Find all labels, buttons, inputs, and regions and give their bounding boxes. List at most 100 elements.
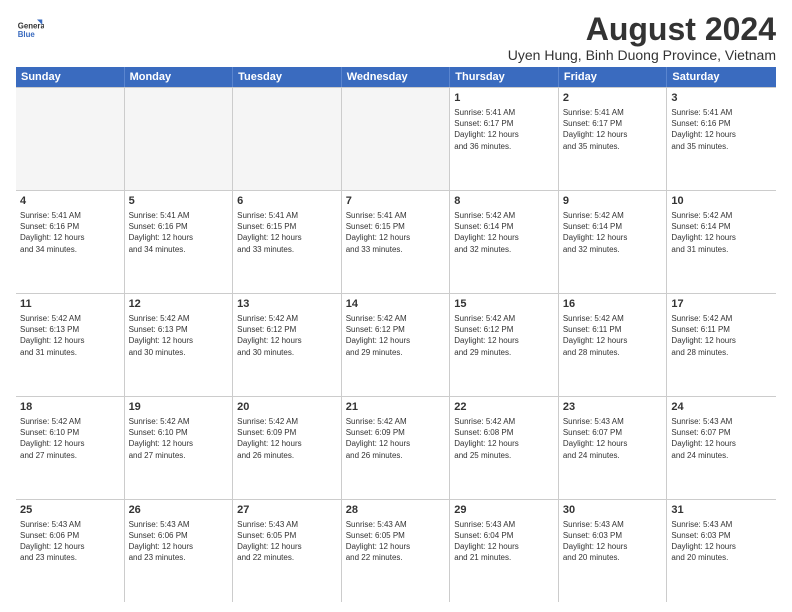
calendar-row: 1Sunrise: 5:41 AM Sunset: 6:17 PM Daylig… [16,88,776,191]
calendar: SundayMondayTuesdayWednesdayThursdayFrid… [16,67,776,602]
cell-text: Sunrise: 5:42 AM Sunset: 6:12 PM Dayligh… [454,313,554,358]
calendar-cell: 21Sunrise: 5:42 AM Sunset: 6:09 PM Dayli… [342,397,451,499]
day-number: 25 [20,503,120,518]
cell-text: Sunrise: 5:43 AM Sunset: 6:07 PM Dayligh… [563,416,663,461]
svg-text:Blue: Blue [18,30,36,39]
calendar-cell: 6Sunrise: 5:41 AM Sunset: 6:15 PM Daylig… [233,191,342,293]
calendar-cell: 10Sunrise: 5:42 AM Sunset: 6:14 PM Dayli… [667,191,776,293]
calendar-cell: 8Sunrise: 5:42 AM Sunset: 6:14 PM Daylig… [450,191,559,293]
cell-text: Sunrise: 5:42 AM Sunset: 6:14 PM Dayligh… [671,210,772,255]
calendar-cell: 14Sunrise: 5:42 AM Sunset: 6:12 PM Dayli… [342,294,451,396]
day-number: 30 [563,503,663,518]
calendar-cell: 15Sunrise: 5:42 AM Sunset: 6:12 PM Dayli… [450,294,559,396]
day-number: 17 [671,297,772,312]
cell-text: Sunrise: 5:43 AM Sunset: 6:06 PM Dayligh… [129,519,229,564]
calendar-header-cell: Sunday [16,67,125,87]
day-number: 26 [129,503,229,518]
cell-text: Sunrise: 5:41 AM Sunset: 6:16 PM Dayligh… [20,210,120,255]
cell-text: Sunrise: 5:42 AM Sunset: 6:09 PM Dayligh… [237,416,337,461]
calendar-row: 18Sunrise: 5:42 AM Sunset: 6:10 PM Dayli… [16,397,776,500]
calendar-cell: 1Sunrise: 5:41 AM Sunset: 6:17 PM Daylig… [450,88,559,190]
day-number: 29 [454,503,554,518]
day-number: 27 [237,503,337,518]
day-number: 15 [454,297,554,312]
calendar-cell: 3Sunrise: 5:41 AM Sunset: 6:16 PM Daylig… [667,88,776,190]
cell-text: Sunrise: 5:42 AM Sunset: 6:08 PM Dayligh… [454,416,554,461]
day-number: 28 [346,503,446,518]
cell-text: Sunrise: 5:43 AM Sunset: 6:06 PM Dayligh… [20,519,120,564]
cell-text: Sunrise: 5:41 AM Sunset: 6:17 PM Dayligh… [563,107,663,152]
header: General Blue August 2024 Uyen Hung, Binh… [16,12,776,63]
calendar-row: 11Sunrise: 5:42 AM Sunset: 6:13 PM Dayli… [16,294,776,397]
calendar-cell: 5Sunrise: 5:41 AM Sunset: 6:16 PM Daylig… [125,191,234,293]
day-number: 9 [563,194,663,209]
page: General Blue August 2024 Uyen Hung, Binh… [0,0,792,612]
calendar-body: 1Sunrise: 5:41 AM Sunset: 6:17 PM Daylig… [16,87,776,602]
cell-text: Sunrise: 5:41 AM Sunset: 6:17 PM Dayligh… [454,107,554,152]
day-number: 5 [129,194,229,209]
calendar-cell: 26Sunrise: 5:43 AM Sunset: 6:06 PM Dayli… [125,500,234,602]
calendar-header: SundayMondayTuesdayWednesdayThursdayFrid… [16,67,776,87]
day-number: 10 [671,194,772,209]
cell-text: Sunrise: 5:41 AM Sunset: 6:15 PM Dayligh… [237,210,337,255]
cell-text: Sunrise: 5:43 AM Sunset: 6:05 PM Dayligh… [237,519,337,564]
cell-text: Sunrise: 5:43 AM Sunset: 6:03 PM Dayligh… [563,519,663,564]
day-number: 20 [237,400,337,415]
day-number: 31 [671,503,772,518]
cell-text: Sunrise: 5:42 AM Sunset: 6:12 PM Dayligh… [237,313,337,358]
cell-text: Sunrise: 5:42 AM Sunset: 6:11 PM Dayligh… [671,313,772,358]
calendar-header-cell: Friday [559,67,668,87]
calendar-cell: 4Sunrise: 5:41 AM Sunset: 6:16 PM Daylig… [16,191,125,293]
day-number: 21 [346,400,446,415]
day-number: 3 [671,91,772,106]
cell-text: Sunrise: 5:41 AM Sunset: 6:15 PM Dayligh… [346,210,446,255]
calendar-header-cell: Wednesday [342,67,451,87]
calendar-cell [125,88,234,190]
cell-text: Sunrise: 5:42 AM Sunset: 6:13 PM Dayligh… [20,313,120,358]
day-number: 6 [237,194,337,209]
day-number: 11 [20,297,120,312]
day-number: 24 [671,400,772,415]
calendar-header-cell: Monday [125,67,234,87]
day-number: 2 [563,91,663,106]
calendar-cell: 27Sunrise: 5:43 AM Sunset: 6:05 PM Dayli… [233,500,342,602]
cell-text: Sunrise: 5:41 AM Sunset: 6:16 PM Dayligh… [671,107,772,152]
cell-text: Sunrise: 5:42 AM Sunset: 6:14 PM Dayligh… [454,210,554,255]
calendar-cell: 11Sunrise: 5:42 AM Sunset: 6:13 PM Dayli… [16,294,125,396]
day-number: 14 [346,297,446,312]
calendar-header-cell: Tuesday [233,67,342,87]
cell-text: Sunrise: 5:43 AM Sunset: 6:04 PM Dayligh… [454,519,554,564]
calendar-cell: 24Sunrise: 5:43 AM Sunset: 6:07 PM Dayli… [667,397,776,499]
calendar-row: 4Sunrise: 5:41 AM Sunset: 6:16 PM Daylig… [16,191,776,294]
calendar-cell: 18Sunrise: 5:42 AM Sunset: 6:10 PM Dayli… [16,397,125,499]
cell-text: Sunrise: 5:42 AM Sunset: 6:09 PM Dayligh… [346,416,446,461]
calendar-cell [233,88,342,190]
calendar-cell: 29Sunrise: 5:43 AM Sunset: 6:04 PM Dayli… [450,500,559,602]
calendar-cell: 23Sunrise: 5:43 AM Sunset: 6:07 PM Dayli… [559,397,668,499]
calendar-header-cell: Thursday [450,67,559,87]
logo: General Blue [16,16,44,44]
cell-text: Sunrise: 5:43 AM Sunset: 6:05 PM Dayligh… [346,519,446,564]
cell-text: Sunrise: 5:42 AM Sunset: 6:10 PM Dayligh… [20,416,120,461]
calendar-cell: 16Sunrise: 5:42 AM Sunset: 6:11 PM Dayli… [559,294,668,396]
day-number: 4 [20,194,120,209]
day-number: 7 [346,194,446,209]
calendar-cell: 19Sunrise: 5:42 AM Sunset: 6:10 PM Dayli… [125,397,234,499]
day-number: 19 [129,400,229,415]
cell-text: Sunrise: 5:43 AM Sunset: 6:07 PM Dayligh… [671,416,772,461]
calendar-row: 25Sunrise: 5:43 AM Sunset: 6:06 PM Dayli… [16,500,776,602]
day-number: 18 [20,400,120,415]
cell-text: Sunrise: 5:42 AM Sunset: 6:11 PM Dayligh… [563,313,663,358]
title-block: August 2024 Uyen Hung, Binh Duong Provin… [508,12,776,63]
cell-text: Sunrise: 5:42 AM Sunset: 6:14 PM Dayligh… [563,210,663,255]
calendar-cell: 25Sunrise: 5:43 AM Sunset: 6:06 PM Dayli… [16,500,125,602]
calendar-cell: 2Sunrise: 5:41 AM Sunset: 6:17 PM Daylig… [559,88,668,190]
day-number: 22 [454,400,554,415]
calendar-cell: 12Sunrise: 5:42 AM Sunset: 6:13 PM Dayli… [125,294,234,396]
calendar-header-cell: Saturday [667,67,776,87]
calendar-cell: 13Sunrise: 5:42 AM Sunset: 6:12 PM Dayli… [233,294,342,396]
main-title: August 2024 [508,12,776,47]
day-number: 12 [129,297,229,312]
cell-text: Sunrise: 5:42 AM Sunset: 6:12 PM Dayligh… [346,313,446,358]
cell-text: Sunrise: 5:41 AM Sunset: 6:16 PM Dayligh… [129,210,229,255]
